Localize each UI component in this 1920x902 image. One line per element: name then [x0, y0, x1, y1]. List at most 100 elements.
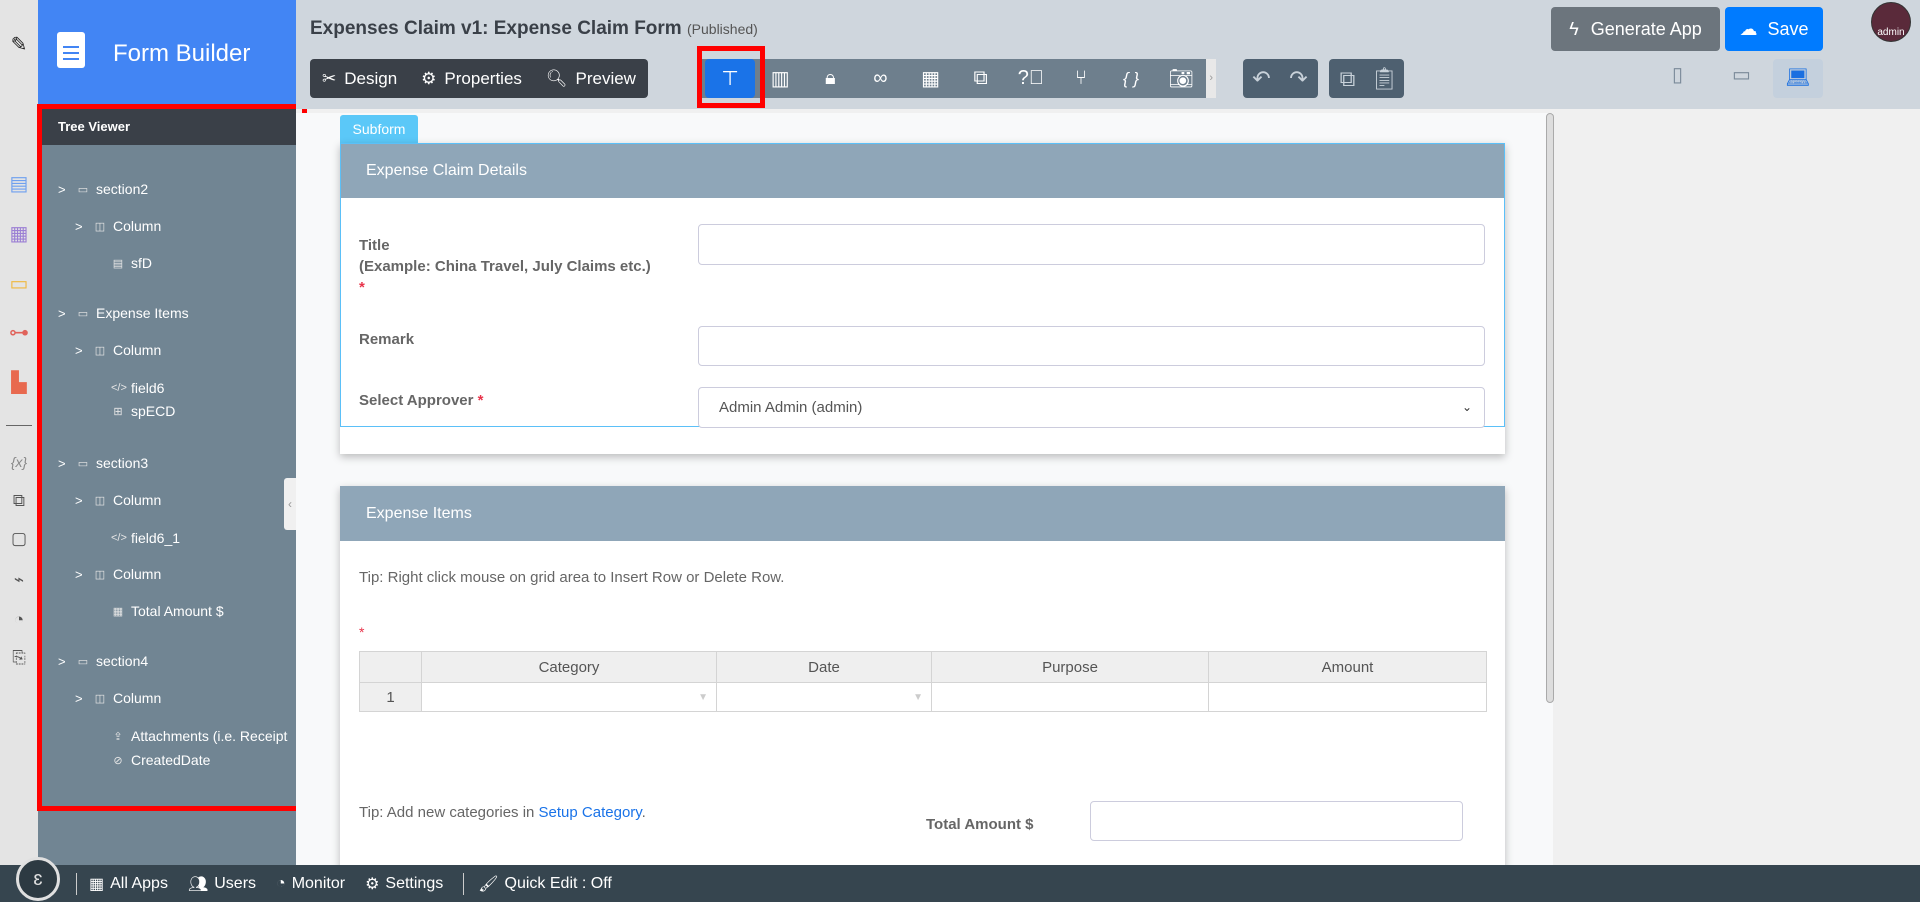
row-number: 1: [359, 682, 422, 712]
mode-toolbar: ✂ Design ⚙ Properties 🔍︎ Preview: [310, 59, 648, 98]
dropdown-arrow-icon: ▼: [913, 691, 923, 703]
design-icon: ✂: [322, 68, 337, 88]
remark-input[interactable]: [698, 326, 1485, 366]
workflow-icon[interactable]: ⊶: [0, 321, 38, 345]
subform-tab[interactable]: Subform: [340, 115, 418, 143]
left-rail: ✎ ▤ ▦ ▭ ⊶ ▙ {x} ⧉ ▢ ⌁ ◔ ⎘: [0, 0, 38, 865]
bottom-bar: ɛ ▦ All Apps 👥︎ Users ◔ Monitor ⚙ Settings 🖌…: [0, 856, 1920, 902]
table-icon: ▦: [921, 68, 941, 90]
title-input[interactable]: [698, 224, 1485, 265]
lock-icon: 🔒︎: [824, 67, 836, 89]
dashboard-icon[interactable]: ◔: [0, 608, 38, 632]
required-marker: *: [359, 279, 365, 296]
purpose-cell[interactable]: [931, 682, 1209, 712]
redo-icon: ↷: [1289, 65, 1308, 91]
mobile-view-icon[interactable]: ▯: [1672, 62, 1683, 87]
pdf-icon[interactable]: ▙: [0, 371, 38, 395]
translate-icon[interactable]: ⧉: [0, 489, 38, 513]
undo-redo-group: ↶ ↷: [1243, 59, 1318, 98]
grid-button[interactable]: ▦: [906, 59, 956, 98]
title-label-text: Title: [359, 237, 390, 254]
scroll-right-button[interactable]: ›: [1206, 59, 1217, 98]
generate-app-button[interactable]: ϟ Generate App: [1551, 7, 1720, 51]
cloud-upload-icon: ☁: [1739, 18, 1758, 39]
preview-icon: 🔍︎: [545, 68, 568, 88]
top-bar: Expenses Claim v1: Expense Claim Form (P…: [296, 0, 1920, 109]
question-icon: ?⃝: [1017, 67, 1044, 89]
branch-button[interactable]: ⑂: [1056, 59, 1106, 98]
screenshot-button[interactable]: 📷︎: [1156, 59, 1206, 98]
redo-button[interactable]: ↷: [1280, 59, 1317, 98]
row-number-header: [359, 651, 422, 683]
monitor-link[interactable]: ◔ Monitor: [276, 875, 345, 893]
script-icon[interactable]: ⎘: [0, 646, 38, 670]
users-label: Users: [214, 874, 257, 892]
section-header: Expense Claim Details: [340, 143, 1505, 198]
approver-value: Admin Admin (admin): [719, 399, 863, 416]
remark-label: Remark: [359, 331, 415, 348]
tablet-view-icon[interactable]: ▭: [1732, 62, 1751, 87]
gear-icon: ⚙: [421, 68, 437, 88]
date-cell[interactable]: ▼: [716, 682, 932, 712]
table-icon[interactable]: ▦: [0, 222, 38, 246]
approver-label: Select Approver *: [359, 390, 484, 411]
setup-category-link[interactable]: Setup Category: [539, 804, 642, 821]
users-link[interactable]: 👥︎ Users: [188, 874, 256, 894]
translate-button[interactable]: ⧉: [956, 59, 1006, 98]
expense-items-section: Expense Items Tip: Right click mouse on …: [340, 486, 1505, 886]
users-icon: 👥︎: [187, 875, 209, 893]
highlight-box: [37, 104, 307, 811]
properties-button[interactable]: ⚙ Properties: [409, 59, 534, 98]
amount-cell[interactable]: [1208, 682, 1487, 712]
bolt-icon: ϟ: [1569, 18, 1579, 39]
monitor-icon[interactable]: ▭: [0, 272, 38, 296]
settings-label: Settings: [385, 874, 444, 892]
paste-icon: 📋︎: [1370, 65, 1399, 91]
rail-divider: [6, 425, 32, 426]
quick-edit-toggle[interactable]: 🖌︎ Quick Edit : Off: [478, 874, 612, 894]
undo-button[interactable]: ↶: [1243, 59, 1280, 98]
category-cell[interactable]: ▼: [421, 682, 717, 712]
quick-edit-label: Quick Edit : Off: [504, 874, 612, 892]
document-icon[interactable]: ▤: [0, 172, 38, 196]
required-marker: *: [477, 392, 484, 409]
app-title: Form Builder: [113, 40, 251, 67]
generate-app-label: Generate App: [1590, 18, 1702, 39]
all-apps-label: All Apps: [110, 874, 168, 892]
binoculars-button[interactable]: ∞: [855, 59, 905, 98]
save-button[interactable]: ☁ Save: [1725, 7, 1823, 51]
edit-icon[interactable]: ✎: [0, 33, 38, 57]
highlight-box: [697, 46, 765, 108]
approver-select[interactable]: Admin Admin (admin) ⌄: [698, 387, 1485, 428]
dashboard-icon: ◔: [276, 874, 286, 892]
form-builder-header: Form Builder: [38, 0, 296, 109]
form-canvas: Subform Expense Claim Details Title (Exam…: [296, 113, 1554, 886]
report-icon[interactable]: ▢: [0, 527, 38, 551]
document-icon: [57, 32, 85, 68]
expense-grid[interactable]: Category Date Purpose Amount 1 ▼ ▼: [359, 651, 1487, 712]
total-amount-label: Total Amount $: [926, 816, 1034, 833]
column-header: Purpose: [931, 651, 1209, 683]
all-apps-link[interactable]: ▦ All Apps: [89, 874, 168, 894]
help-button[interactable]: ?⃝: [1006, 59, 1056, 98]
copy-button[interactable]: ⧉: [1329, 59, 1366, 98]
plugin-icon[interactable]: ⌁: [0, 568, 38, 592]
title-label: Title (Example: China Travel, July Claims…: [359, 235, 651, 298]
desktop-view-button[interactable]: 💻︎: [1773, 59, 1823, 98]
avatar[interactable]: admin: [1871, 2, 1911, 42]
paste-button[interactable]: 📋︎: [1366, 59, 1403, 98]
variables-icon[interactable]: {x}: [0, 450, 38, 474]
total-amount-input[interactable]: [1090, 801, 1463, 841]
preview-button[interactable]: 🔍︎ Preview: [534, 59, 648, 98]
divider: [463, 872, 465, 895]
json-button[interactable]: { }: [1106, 59, 1156, 98]
scrollbar[interactable]: [1546, 113, 1554, 703]
divider: [76, 872, 77, 895]
title-hint: (Example: China Travel, July Claims etc.…: [359, 258, 651, 275]
design-button[interactable]: ✂ Design: [310, 59, 409, 98]
category-tip: Tip: Add new categories in Setup Categor…: [359, 804, 646, 821]
translate-icon: ⧉: [973, 67, 988, 89]
settings-link[interactable]: ⚙ Settings: [365, 874, 443, 894]
logo-icon[interactable]: ɛ: [16, 856, 60, 901]
permission-button[interactable]: 🔒︎: [805, 59, 855, 98]
